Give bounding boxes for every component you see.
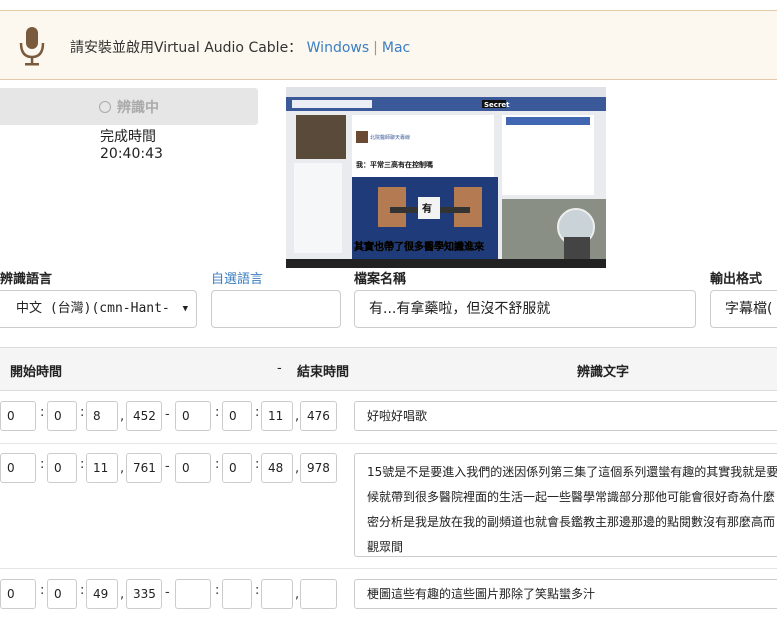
language-select-value: 中文 (台灣)(cmn-Hant-: [16, 301, 170, 316]
ms-separator: ,: [295, 409, 300, 424]
end-ms-input[interactable]: 476: [300, 401, 337, 431]
start-minute-input[interactable]: 0: [47, 579, 77, 609]
time-separator: :: [80, 457, 85, 472]
table-header: 開始時間 - 結束時間 辨識文字: [0, 347, 777, 391]
ms-separator: ,: [120, 461, 125, 476]
start-hour-input[interactable]: 0: [0, 579, 36, 609]
time-separator: :: [255, 583, 260, 598]
time-separator: :: [215, 583, 220, 598]
done-time-label: 完成時間: [100, 129, 156, 145]
end-hour-input[interactable]: 0: [175, 453, 211, 483]
start-minute-input[interactable]: 0: [47, 453, 77, 483]
end-second-input[interactable]: 48: [261, 453, 293, 483]
row-divider: [0, 443, 777, 444]
start-ms-input[interactable]: 761: [126, 453, 162, 483]
time-separator: :: [80, 405, 85, 420]
end-second-input[interactable]: [261, 579, 293, 609]
video-sign-text: 有: [422, 202, 432, 215]
start-hour-input[interactable]: 0: [0, 401, 36, 431]
end-ms-input[interactable]: 978: [300, 453, 337, 483]
col-end-time: 結束時間: [297, 365, 350, 380]
format-label: 輸出格式: [710, 272, 763, 287]
video-post-title: 我：平常三高有在控制嗎: [356, 160, 433, 169]
install-banner: 請安裝並啟用Virtual Audio Cable： Windows | Mac: [0, 10, 777, 80]
custom-language-label[interactable]: 自選語言: [211, 268, 263, 287]
end-minute-input[interactable]: [222, 579, 252, 609]
recognized-text-field[interactable]: 梗圖這些有趣的這些圖片那除了笑點蠻多汁: [354, 579, 777, 609]
link-separator: |: [373, 40, 378, 56]
end-ms-input[interactable]: [300, 579, 337, 609]
done-time-value: 20:40:43: [100, 146, 163, 162]
ms-separator: ,: [295, 461, 300, 476]
col-dash: -: [277, 361, 282, 376]
end-hour-input[interactable]: [175, 579, 211, 609]
start-minute-input[interactable]: 0: [47, 401, 77, 431]
range-dash: -: [165, 407, 170, 422]
time-separator: :: [255, 405, 260, 420]
end-hour-input[interactable]: 0: [175, 401, 211, 431]
time-separator: :: [215, 405, 220, 420]
windows-link[interactable]: Windows: [307, 40, 370, 56]
recognizing-button[interactable]: 辨識中: [0, 88, 258, 125]
time-separator: :: [215, 457, 220, 472]
chevron-down-icon: ▼: [182, 304, 188, 314]
col-recognized-text: 辨識文字: [577, 365, 630, 380]
time-separator: :: [255, 457, 260, 472]
start-hour-input[interactable]: 0: [0, 453, 36, 483]
range-dash: -: [165, 459, 170, 474]
range-dash: -: [165, 585, 170, 600]
time-separator: :: [40, 405, 45, 420]
start-second-input[interactable]: 49: [86, 579, 118, 609]
col-start-time: 開始時間: [10, 365, 63, 380]
format-select[interactable]: 字幕檔(: [710, 290, 777, 328]
filename-input[interactable]: 有...有拿藥啦，但沒不舒服就: [354, 290, 696, 328]
video-subtitle: 其實也帶了很多醫學知識進來: [354, 240, 484, 253]
recognized-text-field[interactable]: 好啦好唱歌: [354, 401, 777, 431]
microphone-icon: [19, 27, 45, 66]
ms-separator: ,: [120, 409, 125, 424]
video-page-name: 北院醫師聊天專線: [370, 134, 410, 141]
video-preview[interactable]: Secret 北院醫師聊天專線 我：平常三高有在控制嗎 有 其實也帶了很多醫學知…: [286, 87, 606, 268]
banner-text: 請安裝並啟用Virtual Audio Cable：: [70, 40, 303, 56]
language-select[interactable]: 中文 (台灣)(cmn-Hant- ▼: [0, 290, 197, 328]
start-second-input[interactable]: 8: [86, 401, 118, 431]
start-ms-input[interactable]: 452: [126, 401, 162, 431]
banner-message: 請安裝並啟用Virtual Audio Cable： Windows | Mac: [70, 37, 410, 57]
recognizing-label: 辨識中: [117, 99, 159, 116]
recognized-text-field[interactable]: 15號是不是要進入我們的迷因係列第三集了這個系列還蠻有趣的其實我就是要 候就帶到…: [354, 453, 777, 557]
start-ms-input[interactable]: 335: [126, 579, 162, 609]
ms-separator: ,: [295, 587, 300, 602]
end-minute-input[interactable]: 0: [222, 401, 252, 431]
ms-separator: ,: [120, 587, 125, 602]
language-label: 辨識語言: [0, 272, 53, 287]
video-frame: Secret 北院醫師聊天專線 我：平常三高有在控制嗎 有 其實也帶了很多醫學知…: [286, 87, 606, 268]
row-divider: [0, 568, 777, 569]
time-separator: :: [40, 583, 45, 598]
end-second-input[interactable]: 11: [261, 401, 293, 431]
time-separator: :: [80, 583, 85, 598]
start-second-input[interactable]: 11: [86, 453, 118, 483]
custom-language-input[interactable]: [211, 290, 341, 328]
mac-link[interactable]: Mac: [382, 40, 410, 56]
filename-label: 檔案名稱: [354, 272, 407, 287]
clock-icon: [99, 100, 111, 113]
video-secret-label: Secret: [484, 101, 510, 109]
time-separator: :: [40, 457, 45, 472]
end-minute-input[interactable]: 0: [222, 453, 252, 483]
